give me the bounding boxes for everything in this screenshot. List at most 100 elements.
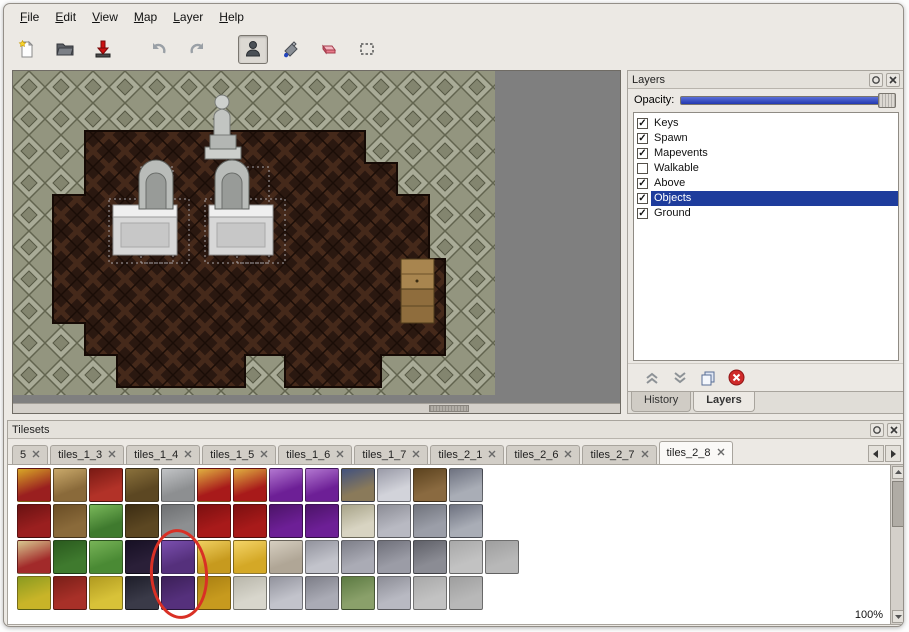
scroll-up-button[interactable] [892,466,904,479]
tileset-tile[interactable] [484,539,520,575]
tileset-tile[interactable] [340,575,376,611]
tileset-tile[interactable] [88,503,124,539]
menu-help[interactable]: Help [211,7,252,27]
layer-checkbox-above[interactable]: ✓ [637,178,648,189]
layer-delete-button[interactable] [728,369,745,386]
tileset-tile[interactable] [52,575,88,611]
tileset-vscrollbar[interactable] [890,465,904,624]
tileset-tile[interactable] [196,467,232,503]
tileset-tile[interactable] [16,467,52,503]
panel-tab-layers[interactable]: Layers [693,392,754,412]
select-tool-button[interactable] [352,35,382,64]
tileset-tile[interactable] [52,539,88,575]
menu-map[interactable]: Map [126,7,165,27]
tileset-tile[interactable] [412,575,448,611]
tileset-tab-tiles_1_3[interactable]: tiles_1_3 [50,445,124,464]
layer-checkbox-objects[interactable]: ✓ [637,193,648,204]
tab-close-icon[interactable] [641,449,649,461]
tileset-tile[interactable] [304,539,340,575]
tileset-tile[interactable] [52,503,88,539]
layer-move-up-button[interactable] [644,370,660,386]
tileset-tab-tiles_1_6[interactable]: tiles_1_6 [278,445,352,464]
redo-button[interactable] [182,35,212,64]
undo-button[interactable] [144,35,174,64]
tileset-tile[interactable] [268,539,304,575]
layers-float-button[interactable] [869,73,883,87]
layer-row-objects[interactable]: ✓Objects [634,191,898,206]
layers-close-button[interactable] [886,73,900,87]
tab-close-icon[interactable] [564,449,572,461]
tileset-tile[interactable] [160,467,196,503]
map-view[interactable] [13,71,495,395]
tileset-tile[interactable] [196,503,232,539]
tileset-tile[interactable] [448,467,484,503]
tab-close-icon[interactable] [488,449,496,461]
tileset-tile[interactable] [16,575,52,611]
tileset-tile[interactable] [340,503,376,539]
layer-row-walkable[interactable]: Walkable [634,161,898,176]
tileset-tile[interactable] [448,503,484,539]
opacity-slider[interactable] [680,96,896,105]
new-button[interactable] [12,35,42,64]
tileset-tab-tiles_2_6[interactable]: tiles_2_6 [506,445,580,464]
tileset-tile[interactable] [412,503,448,539]
eraser-tool-button[interactable] [314,35,344,64]
tileset-tile[interactable] [16,503,52,539]
layer-checkbox-walkable[interactable] [637,163,648,174]
tileset-tile[interactable] [160,503,196,539]
tab-close-icon[interactable] [336,449,344,461]
tileset-tile[interactable] [448,575,484,611]
tileset-tile[interactable] [124,575,160,611]
tileset-tab-5[interactable]: 5 [12,445,48,464]
tab-close-icon[interactable] [184,449,192,461]
fill-tool-button[interactable] [276,35,306,64]
tileset-tile[interactable] [268,575,304,611]
tileset-tab-tiles_2_8[interactable]: tiles_2_8 [659,441,733,464]
tileset-tile[interactable] [448,539,484,575]
layer-row-above[interactable]: ✓Above [634,176,898,191]
tileset-tile[interactable] [160,539,196,575]
tileset-tile[interactable] [340,467,376,503]
layer-checkbox-keys[interactable]: ✓ [637,118,648,129]
tileset-grid-area[interactable] [8,465,890,624]
menu-edit[interactable]: Edit [47,7,84,27]
tileset-tab-tiles_1_7[interactable]: tiles_1_7 [354,445,428,464]
tileset-tile[interactable] [304,467,340,503]
tileset-tile[interactable] [124,467,160,503]
tileset-tile[interactable] [268,503,304,539]
tileset-tile[interactable] [232,575,268,611]
tab-close-icon[interactable] [260,449,268,461]
tileset-tile[interactable] [160,575,196,611]
tileset-tab-tiles_2_7[interactable]: tiles_2_7 [582,445,656,464]
layer-checkbox-mapevents[interactable]: ✓ [637,148,648,159]
tab-close-icon[interactable] [108,449,116,461]
save-button[interactable] [88,35,118,64]
tileset-tab-tiles_1_4[interactable]: tiles_1_4 [126,445,200,464]
tileset-tile[interactable] [376,575,412,611]
map-hscrollbar-thumb[interactable] [429,405,469,412]
tileset-tab-tiles_1_5[interactable]: tiles_1_5 [202,445,276,464]
open-button[interactable] [50,35,80,64]
tileset-tile[interactable] [196,575,232,611]
opacity-slider-handle[interactable] [878,93,896,108]
tab-close-icon[interactable] [717,447,725,459]
scroll-down-button[interactable] [892,610,904,623]
tileset-tile[interactable] [340,539,376,575]
menu-view[interactable]: View [84,7,126,27]
map-hscrollbar[interactable] [13,403,620,413]
tileset-tile[interactable] [412,539,448,575]
tileset-tile[interactable] [304,503,340,539]
tileset-tile[interactable] [412,467,448,503]
tileset-tile[interactable] [88,575,124,611]
tileset-tile[interactable] [232,467,268,503]
map-canvas[interactable] [12,70,621,414]
tileset-tile[interactable] [88,539,124,575]
layer-move-down-button[interactable] [672,370,688,386]
tileset-tile[interactable] [88,467,124,503]
tileset-tile[interactable] [376,539,412,575]
menu-file[interactable]: File [12,7,47,27]
tileset-tile[interactable] [124,539,160,575]
tileset-tile[interactable] [16,539,52,575]
layer-row-spawn[interactable]: ✓Spawn [634,131,898,146]
tilesets-close-button[interactable] [887,423,901,437]
